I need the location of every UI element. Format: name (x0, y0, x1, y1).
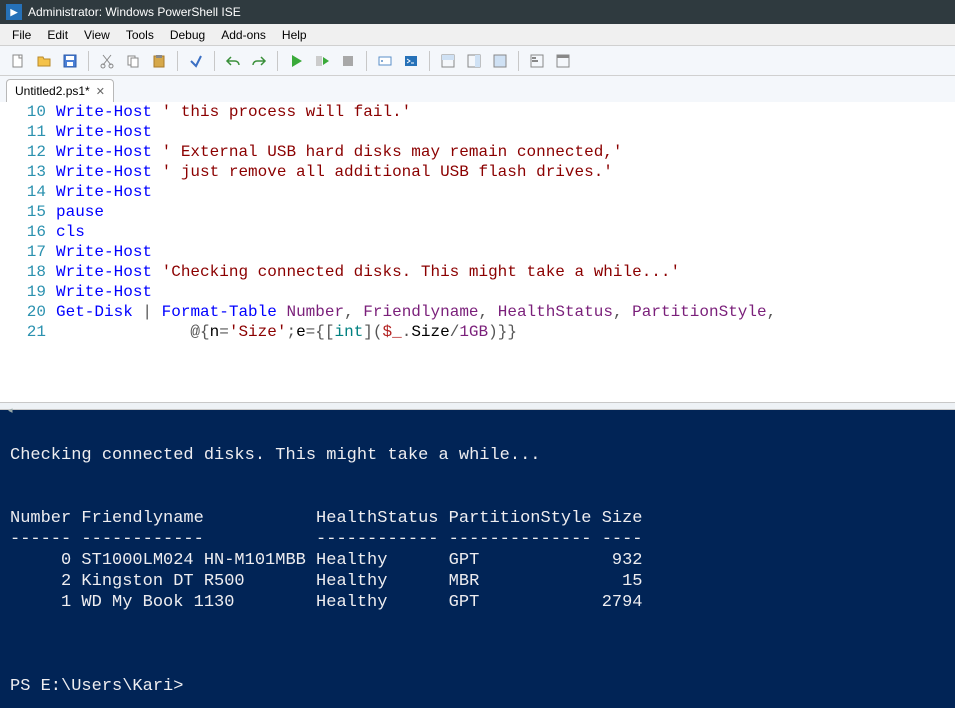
console-line: 2 Kingston DT R500 Healthy MBR 15 (10, 571, 945, 592)
code-line[interactable]: Write-Host ' just remove all additional … (56, 162, 955, 182)
script-editor[interactable]: 101112131415161718192021 Write-Host ' th… (0, 102, 955, 402)
toolbar-separator (429, 51, 430, 71)
code-line[interactable]: Write-Host (56, 122, 955, 142)
line-number: 21 (0, 322, 46, 342)
new-remote-tab-button[interactable] (373, 49, 397, 73)
code-line[interactable]: Write-Host (56, 282, 955, 302)
code-line[interactable]: @{n='Size';e={[int]($_.Size/1GB)}} (56, 322, 955, 342)
menu-help[interactable]: Help (274, 25, 315, 45)
code-line[interactable]: Write-Host 'Checking connected disks. Th… (56, 262, 955, 282)
line-number: 13 (0, 162, 46, 182)
splitter-handle-icon: ◂ (8, 405, 13, 416)
toolbar-separator (177, 51, 178, 71)
code-line[interactable]: Write-Host ' this process will fail.' (56, 102, 955, 122)
toolbar-separator (88, 51, 89, 71)
copy-button[interactable] (121, 49, 145, 73)
code-area[interactable]: Write-Host ' this process will fail.'Wri… (56, 102, 955, 342)
line-number: 17 (0, 242, 46, 262)
show-command-window-button[interactable] (551, 49, 575, 73)
toolbar-separator (277, 51, 278, 71)
console-line (10, 613, 945, 634)
code-line[interactable]: cls (56, 222, 955, 242)
console-line (10, 487, 945, 508)
menu-addons[interactable]: Add-ons (213, 25, 274, 45)
code-line[interactable]: Write-Host ' External USB hard disks may… (56, 142, 955, 162)
show-command-addon-button[interactable] (525, 49, 549, 73)
title-bar: ▶ Administrator: Windows PowerShell ISE (0, 0, 955, 24)
save-button[interactable] (58, 49, 82, 73)
tab-untitled2[interactable]: Untitled2.ps1* ✕ (6, 79, 114, 102)
menu-edit[interactable]: Edit (39, 25, 76, 45)
menu-tools[interactable]: Tools (118, 25, 162, 45)
menu-file[interactable]: File (4, 25, 39, 45)
line-number: 16 (0, 222, 46, 242)
close-icon[interactable]: ✕ (96, 85, 105, 98)
console-pane[interactable]: Checking connected disks. This might tak… (0, 410, 955, 708)
console-line: Number Friendlyname HealthStatus Partiti… (10, 508, 945, 529)
toolbar (0, 46, 955, 76)
line-number: 12 (0, 142, 46, 162)
tab-strip: Untitled2.ps1* ✕ (0, 76, 955, 102)
code-line[interactable]: pause (56, 202, 955, 222)
show-script-pane-right-button[interactable] (462, 49, 486, 73)
line-number: 14 (0, 182, 46, 202)
console-line: Checking connected disks. This might tak… (10, 445, 945, 466)
paste-button[interactable] (147, 49, 171, 73)
console-line (10, 466, 945, 487)
powershell-icon: ▶ (6, 4, 22, 20)
show-script-pane-top-button[interactable] (436, 49, 460, 73)
line-number: 10 (0, 102, 46, 122)
start-powershell-button[interactable] (399, 49, 423, 73)
pane-splitter[interactable]: ◂ (0, 402, 955, 410)
line-number: 11 (0, 122, 46, 142)
new-file-button[interactable] (6, 49, 30, 73)
window-title: Administrator: Windows PowerShell ISE (28, 5, 241, 19)
toolbar-separator (518, 51, 519, 71)
run-selection-button[interactable] (310, 49, 334, 73)
cut-button[interactable] (95, 49, 119, 73)
run-script-button[interactable] (284, 49, 308, 73)
menu-view[interactable]: View (76, 25, 118, 45)
stop-button[interactable] (336, 49, 360, 73)
line-number: 20 (0, 302, 46, 322)
console-line: 1 WD My Book 1130 Healthy GPT 2794 (10, 592, 945, 613)
clear-console-button[interactable] (184, 49, 208, 73)
console-line: ------ ------------ ------------ -------… (10, 529, 945, 550)
console-line: 0 ST1000LM024 HN-M101MBB Healthy GPT 932 (10, 550, 945, 571)
undo-button[interactable] (221, 49, 245, 73)
toolbar-separator (214, 51, 215, 71)
redo-button[interactable] (247, 49, 271, 73)
menu-bar: File Edit View Tools Debug Add-ons Help (0, 24, 955, 46)
console-line (10, 634, 945, 655)
code-line[interactable]: Write-Host (56, 182, 955, 202)
line-number-gutter: 101112131415161718192021 (0, 102, 56, 342)
code-line[interactable]: Write-Host (56, 242, 955, 262)
line-number: 15 (0, 202, 46, 222)
tab-label: Untitled2.ps1* (15, 84, 90, 98)
show-script-pane-max-button[interactable] (488, 49, 512, 73)
toolbar-separator (366, 51, 367, 71)
code-line[interactable]: Get-Disk | Format-Table Number, Friendly… (56, 302, 955, 322)
console-line (10, 655, 945, 676)
console-line (10, 424, 945, 445)
line-number: 18 (0, 262, 46, 282)
open-file-button[interactable] (32, 49, 56, 73)
menu-debug[interactable]: Debug (162, 25, 213, 45)
line-number: 19 (0, 282, 46, 302)
console-line: PS E:\Users\Kari> (10, 676, 945, 697)
